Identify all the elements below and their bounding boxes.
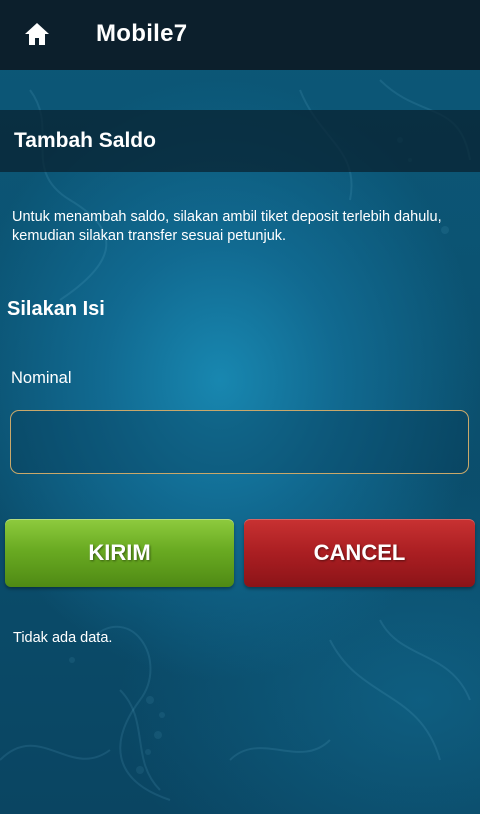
cancel-button[interactable]: CANCEL bbox=[244, 519, 475, 587]
home-icon[interactable] bbox=[24, 22, 50, 46]
nominal-input[interactable] bbox=[10, 410, 469, 474]
page-title: Tambah Saldo bbox=[14, 129, 156, 152]
form-heading: Silakan Isi bbox=[7, 298, 105, 320]
top-app-bar: Mobile7 bbox=[0, 0, 480, 70]
section-header: Tambah Saldo bbox=[0, 110, 480, 172]
info-text: Untuk menambah saldo, silakan ambil tike… bbox=[12, 209, 442, 244]
kirim-button[interactable]: KIRIM bbox=[5, 519, 234, 587]
nominal-label: Nominal bbox=[11, 369, 72, 387]
app-title: Mobile7 bbox=[96, 20, 188, 47]
empty-state-message: Tidak ada data. bbox=[13, 630, 113, 646]
